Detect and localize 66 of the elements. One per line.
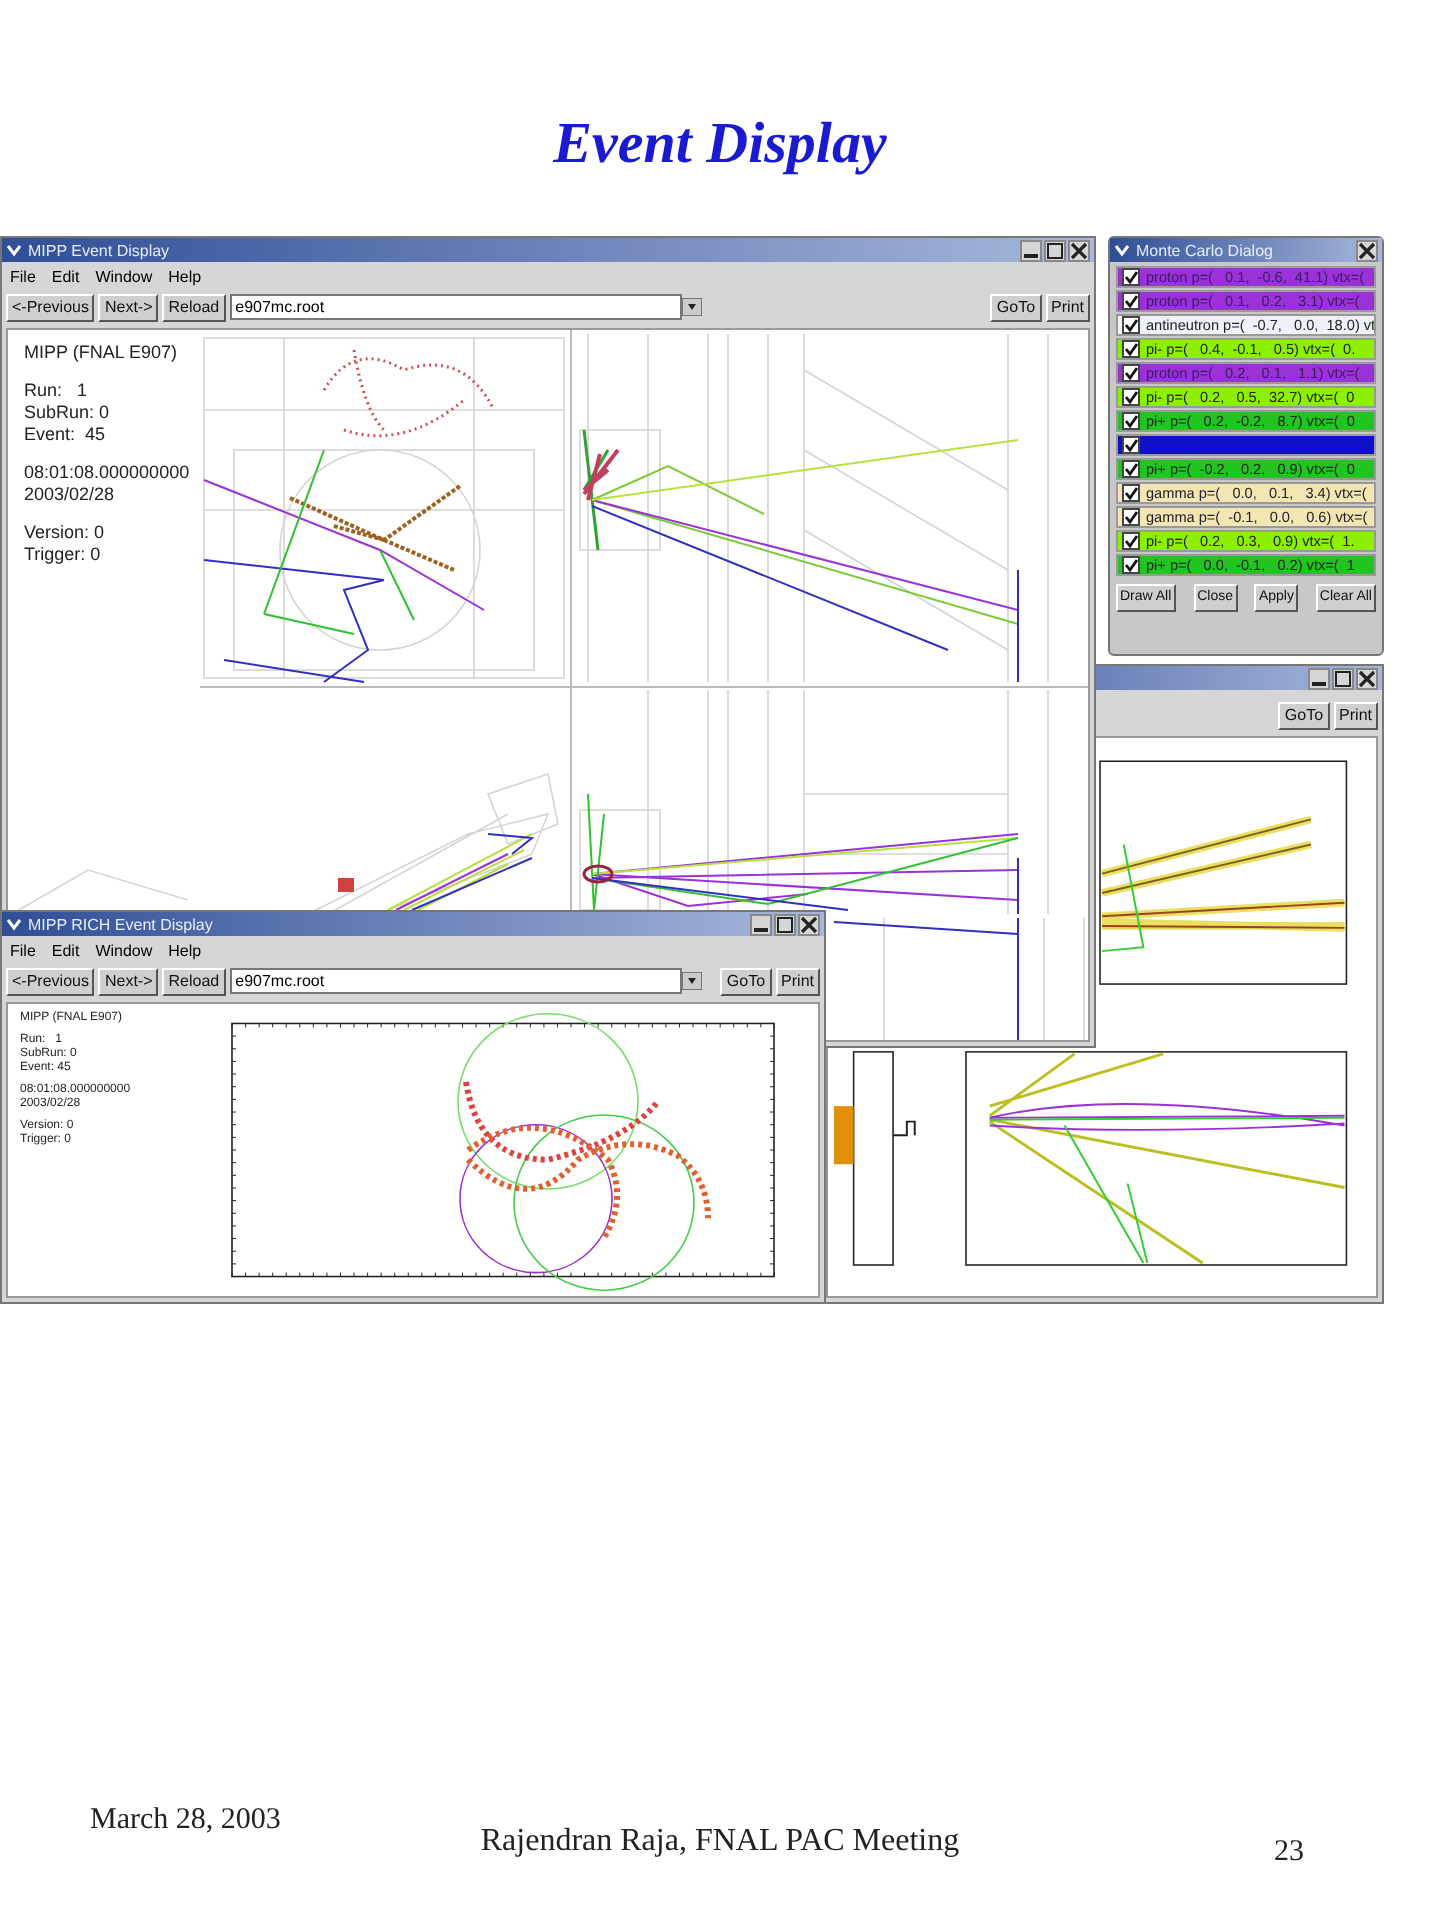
checkbox[interactable]	[1122, 364, 1140, 382]
checkbox[interactable]	[1122, 484, 1140, 502]
nav-button[interactable]: Next->	[98, 967, 159, 995]
event-info-text: 2003/02/28	[24, 484, 117, 506]
footer-date: March 28, 2003	[90, 1804, 281, 1838]
window-title: Monte Carlo Dialog	[1136, 241, 1275, 259]
nav-button[interactable]: <-Previous	[6, 967, 95, 995]
nav-button[interactable]: Next->	[98, 293, 159, 321]
event-info-text: Event: 45	[24, 424, 108, 446]
chevron-icon[interactable]	[1114, 242, 1130, 258]
page-number: 23	[1274, 1836, 1304, 1870]
window-title: MIPP Event Display	[28, 241, 172, 259]
chevron-icon[interactable]	[6, 916, 22, 932]
nav-button[interactable]: <-Previous	[6, 293, 95, 321]
menu-item[interactable]: File	[10, 267, 36, 285]
checkbox[interactable]	[1122, 460, 1140, 478]
checkbox[interactable]	[1122, 412, 1140, 430]
minimize-icon[interactable]	[1020, 239, 1042, 261]
menu-item[interactable]: Edit	[51, 941, 80, 959]
checkbox[interactable]	[1122, 292, 1140, 310]
footer-author: Rajendran Raja, FNAL PAC Meeting	[480, 1824, 960, 1858]
toolbar-button[interactable]: GoTo	[1278, 701, 1330, 729]
checkbox[interactable]	[1122, 532, 1140, 550]
chevron-icon[interactable]	[6, 242, 22, 258]
slide-title: Event Display	[553, 112, 887, 178]
event-info-text: Version: 0	[24, 522, 107, 544]
maximize-icon[interactable]	[1044, 239, 1066, 261]
dropdown-icon[interactable]	[681, 298, 702, 316]
menu-item[interactable]: Window	[95, 267, 153, 285]
file-field[interactable]: e907mc.root	[229, 968, 682, 994]
checkbox[interactable]	[1122, 508, 1140, 526]
toolbar-button[interactable]: Print	[1045, 293, 1090, 321]
close-icon[interactable]	[1068, 239, 1090, 261]
menu-item[interactable]: Edit	[51, 267, 80, 285]
checkbox[interactable]	[1122, 340, 1140, 358]
menu-item[interactable]: Help	[168, 941, 202, 959]
nav-button[interactable]: Reload	[162, 293, 226, 321]
maximize-icon[interactable]	[1332, 667, 1354, 689]
checkbox[interactable]	[1122, 316, 1140, 334]
event-info-text: Run: 1	[24, 380, 90, 402]
event-info-text: MIPP (FNAL E907)	[24, 342, 180, 364]
close-icon[interactable]	[1356, 239, 1378, 261]
menu-item[interactable]: File	[10, 941, 36, 959]
nav-button[interactable]: Reload	[162, 967, 226, 995]
menu-item[interactable]: Window	[95, 941, 153, 959]
toolbar-button[interactable]: GoTo	[990, 293, 1042, 321]
checkbox[interactable]	[1122, 436, 1140, 454]
checkbox[interactable]	[1122, 268, 1140, 286]
close-icon[interactable]	[1356, 667, 1378, 689]
menu-item[interactable]: Help	[168, 267, 202, 285]
dropdown-icon[interactable]	[681, 972, 702, 990]
close-icon[interactable]	[798, 913, 820, 935]
event-info-text: 08:01:08.000000000	[24, 462, 190, 484]
checkbox[interactable]	[1122, 556, 1140, 574]
particle-row[interactable]	[1116, 434, 1376, 456]
minimize-icon[interactable]	[1308, 667, 1330, 689]
checkbox[interactable]	[1122, 388, 1140, 406]
event-info-text: SubRun: 0	[24, 402, 112, 424]
maximize-icon[interactable]	[774, 913, 796, 935]
minimize-icon[interactable]	[750, 913, 772, 935]
toolbar-button[interactable]: GoTo	[720, 967, 772, 995]
event-info-text: Trigger: 0	[24, 544, 103, 566]
toolbar-button[interactable]: Print	[775, 967, 820, 995]
toolbar-button[interactable]: Print	[1333, 701, 1378, 729]
file-field[interactable]: e907mc.root	[229, 294, 682, 320]
window-title: MIPP RICH Event Display	[28, 915, 215, 933]
